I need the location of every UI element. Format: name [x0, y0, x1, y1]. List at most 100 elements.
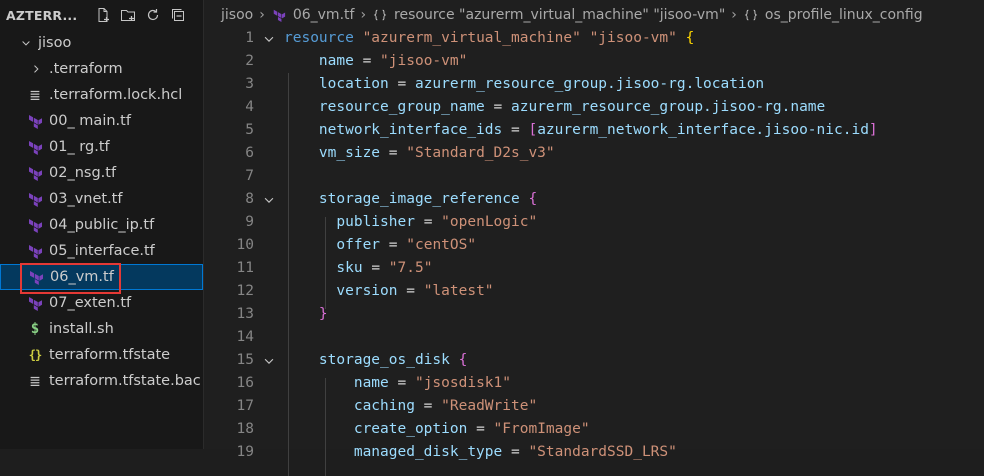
- line-number: 2: [245, 53, 254, 69]
- lines-icon: [27, 372, 43, 390]
- line-number: 11: [236, 260, 254, 276]
- file-label: .terraform: [49, 61, 123, 77]
- terraform-icon: [28, 268, 44, 286]
- breadcrumb-block[interactable]: os_profile_linux_config: [765, 7, 923, 23]
- code-line[interactable]: 15 storage_os_disk {: [204, 349, 984, 372]
- file-06-vm-tf[interactable]: 06_vm.tf: [0, 264, 203, 290]
- line-number: 9: [245, 214, 254, 230]
- code-line[interactable]: 9 publisher = "openLogic": [204, 211, 984, 234]
- line-number: 4: [245, 99, 254, 115]
- code-text: offer = "centOS": [336, 237, 477, 253]
- file-label: 06_vm.tf: [50, 269, 114, 285]
- file-07-exten-tf[interactable]: 07_exten.tf: [0, 290, 203, 316]
- file-00-main-tf[interactable]: 00_ main.tf: [0, 108, 203, 134]
- file-label: 07_exten.tf: [49, 295, 132, 311]
- file-02-nsg-tf[interactable]: 02_nsg.tf: [0, 160, 203, 186]
- code-text: }: [318, 306, 328, 322]
- fold-chevron-icon[interactable]: [262, 349, 276, 372]
- file-install-sh[interactable]: $ install.sh: [0, 316, 203, 342]
- line-number: 17: [236, 398, 254, 414]
- code-line[interactable]: 10 offer = "centOS": [204, 234, 984, 257]
- code-text: caching = "ReadWrite": [353, 398, 538, 414]
- braces-symbol-icon: [743, 7, 759, 23]
- code-text: sku = "7.5": [336, 260, 433, 276]
- line-number: 14: [236, 329, 254, 345]
- file-terraform-tfstate-bac[interactable]: terraform.tfstate.bac...: [0, 368, 203, 394]
- folder-terraform[interactable]: .terraform: [0, 56, 203, 82]
- chevron-right-icon: ›: [259, 7, 265, 23]
- lines-icon: [27, 86, 43, 104]
- code-text: vm_size = "Standard_D2s_v3": [318, 145, 555, 161]
- line-number: 18: [236, 421, 254, 437]
- code-text: resource "azurerm_virtual_machine" "jiso…: [284, 30, 695, 46]
- code-text: create_option = "FromImage": [353, 421, 590, 437]
- file-terraform-lock-hcl[interactable]: .terraform.lock.hcl: [0, 82, 203, 108]
- fold-chevron-icon[interactable]: [262, 27, 276, 50]
- line-number: 16: [236, 375, 254, 391]
- code-line[interactable]: 11 sku = "7.5": [204, 257, 984, 280]
- chevron-right-icon: [30, 61, 42, 77]
- file-01-rg-tf[interactable]: 01_ rg.tf: [0, 134, 203, 160]
- new-folder-icon[interactable]: [120, 7, 136, 23]
- line-number: 6: [245, 145, 254, 161]
- chevron-right-icon: ›: [360, 7, 367, 23]
- refresh-icon[interactable]: [145, 7, 161, 23]
- line-number: 1: [245, 30, 254, 46]
- terraform-icon: [27, 112, 43, 130]
- file-label: 04_public_ip.tf: [49, 217, 155, 233]
- explorer-sidebar: AZTERR... jisoo .terraform .terraform.lock…: [0, 0, 204, 449]
- terraform-icon: [27, 190, 43, 208]
- file-03-vnet-tf[interactable]: 03_vnet.tf: [0, 186, 203, 212]
- fold-chevron-icon[interactable]: [262, 188, 276, 211]
- code-text: version = "latest": [336, 283, 494, 299]
- code-text: managed_disk_type = "StandardSSD_LRS": [353, 444, 677, 460]
- terraform-icon: [27, 138, 43, 156]
- breadcrumb-resource[interactable]: resource "azurerm_virtual_machine" "jiso…: [394, 7, 725, 23]
- file-label: terraform.tfstate: [49, 347, 171, 363]
- line-number: 5: [245, 122, 254, 138]
- breadcrumb-file[interactable]: 06_vm.tf: [293, 7, 355, 23]
- explorer-title: AZTERR...: [6, 7, 78, 23]
- collapse-all-icon[interactable]: [170, 7, 186, 23]
- file-04-public-ip-tf[interactable]: 04_public_ip.tf: [0, 212, 203, 238]
- code-line[interactable]: 18 create_option = "FromImage": [204, 418, 984, 441]
- folder-jisoo[interactable]: jisoo: [0, 30, 203, 56]
- code-line[interactable]: 3 location = azurerm_resource_group.jiso…: [204, 73, 984, 96]
- code-line[interactable]: 19 managed_disk_type = "StandardSSD_LRS": [204, 441, 984, 464]
- file-label: 00_ main.tf: [49, 113, 131, 129]
- code-text: storage_image_reference {: [318, 191, 538, 207]
- code-line[interactable]: 17 caching = "ReadWrite": [204, 395, 984, 418]
- terraform-icon: [27, 216, 43, 234]
- file-label: 02_nsg.tf: [49, 165, 117, 181]
- code-line[interactable]: 4 resource_group_name = azurerm_resource…: [204, 96, 984, 119]
- code-line[interactable]: 6 vm_size = "Standard_D2s_v3": [204, 142, 984, 165]
- file-label: 05_interface.tf: [49, 243, 155, 259]
- braces-symbol-icon: [372, 7, 388, 23]
- terraform-icon: [271, 7, 287, 23]
- line-number: 7: [245, 168, 254, 184]
- code-line[interactable]: 14: [204, 326, 984, 349]
- code-line[interactable]: 12 version = "latest": [204, 280, 984, 303]
- file-label: 01_ rg.tf: [49, 139, 110, 155]
- code-line[interactable]: 1 resource "azurerm_virtual_machine" "jis…: [204, 27, 984, 50]
- code-text: location = azurerm_resource_group.jisoo-…: [318, 76, 765, 92]
- code-line[interactable]: 7: [204, 165, 984, 188]
- line-number: 13: [236, 306, 254, 322]
- line-number: 15: [236, 352, 254, 368]
- code-line[interactable]: 16 name = "jsosdisk1": [204, 372, 984, 395]
- file-05-interface-tf[interactable]: 05_interface.tf: [0, 238, 203, 264]
- file-terraform-tfstate[interactable]: {} terraform.tfstate: [0, 342, 203, 368]
- code-line[interactable]: 2 name = "jisoo-vm": [204, 50, 984, 73]
- code-line[interactable]: 8 storage_image_reference {: [204, 188, 984, 211]
- code-text: name = "jisoo-vm": [318, 53, 468, 69]
- code-line[interactable]: 5 network_interface_ids = [azurerm_netwo…: [204, 119, 984, 142]
- chevron-down-icon: [20, 35, 32, 51]
- code-text: network_interface_ids = [azurerm_network…: [318, 122, 878, 138]
- shell-icon: $: [30, 321, 40, 337]
- json-braces-icon: {}: [28, 348, 42, 362]
- breadcrumb-folder[interactable]: jisoo: [221, 7, 253, 23]
- code-line[interactable]: 13 }: [204, 303, 984, 326]
- line-number: 19: [236, 444, 254, 460]
- code-text: storage_os_disk {: [318, 352, 468, 368]
- new-file-icon[interactable]: [95, 7, 111, 23]
